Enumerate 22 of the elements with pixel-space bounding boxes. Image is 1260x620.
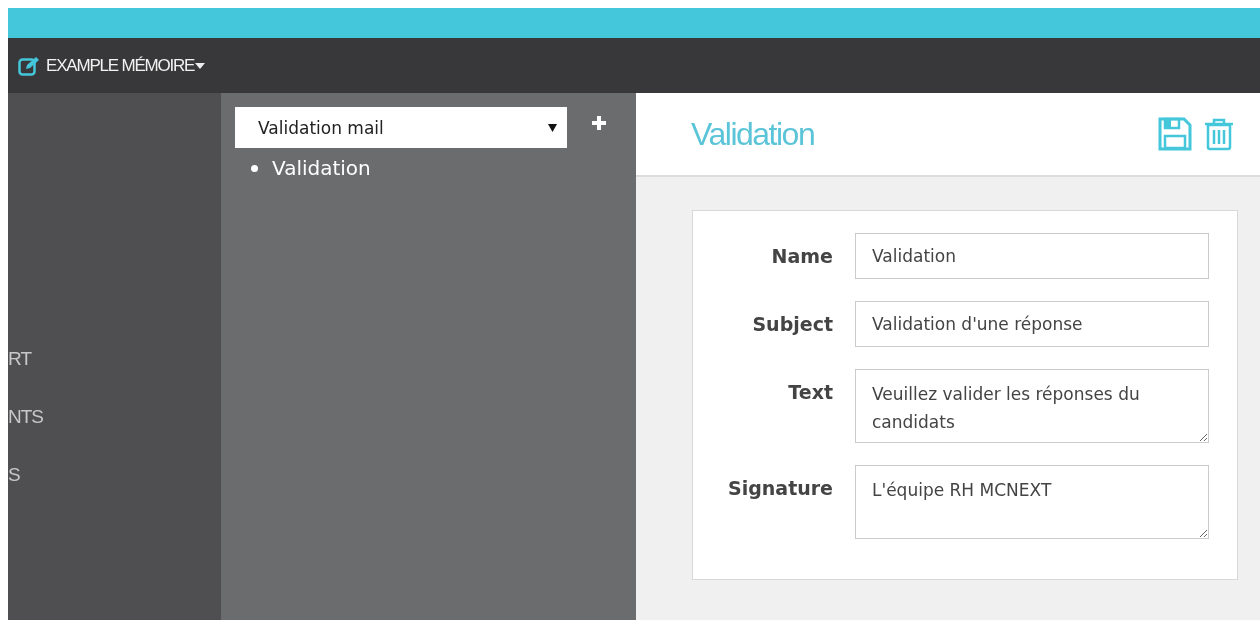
- text-area[interactable]: L'équipe RH MCNEXT: [855, 465, 1209, 539]
- sidebar-item[interactable]: NTS: [8, 406, 43, 430]
- sidebar-item[interactable]: RT: [8, 348, 31, 372]
- field-label: Subject: [751, 312, 833, 337]
- dropdown-arrow-icon: [548, 123, 557, 132]
- input-field[interactable]: Validation d'une réponse: [855, 301, 1209, 347]
- trash-icon: [1204, 117, 1234, 151]
- editor-title: Validation: [691, 115, 816, 153]
- template-select[interactable]: Validation mail: [235, 107, 567, 148]
- sidebar-item[interactable]: S: [8, 464, 20, 488]
- input-field[interactable]: Validation: [855, 233, 1209, 279]
- field-label: Signature: [727, 476, 833, 501]
- template-item[interactable]: Validation: [272, 154, 371, 182]
- text-area[interactable]: Veuillez valider les réponses du candidats: [855, 369, 1209, 443]
- save-icon: [1158, 117, 1192, 151]
- field-label: Name: [770, 244, 833, 269]
- edit-icon: [18, 55, 40, 76]
- bullet-icon: [251, 164, 258, 172]
- plus-icon: [591, 115, 607, 131]
- project-menu[interactable]: EXAMPLE MÉMOIRE: [46, 55, 195, 76]
- field-label: Text: [787, 380, 833, 405]
- caret-icon[interactable]: [195, 62, 206, 69]
